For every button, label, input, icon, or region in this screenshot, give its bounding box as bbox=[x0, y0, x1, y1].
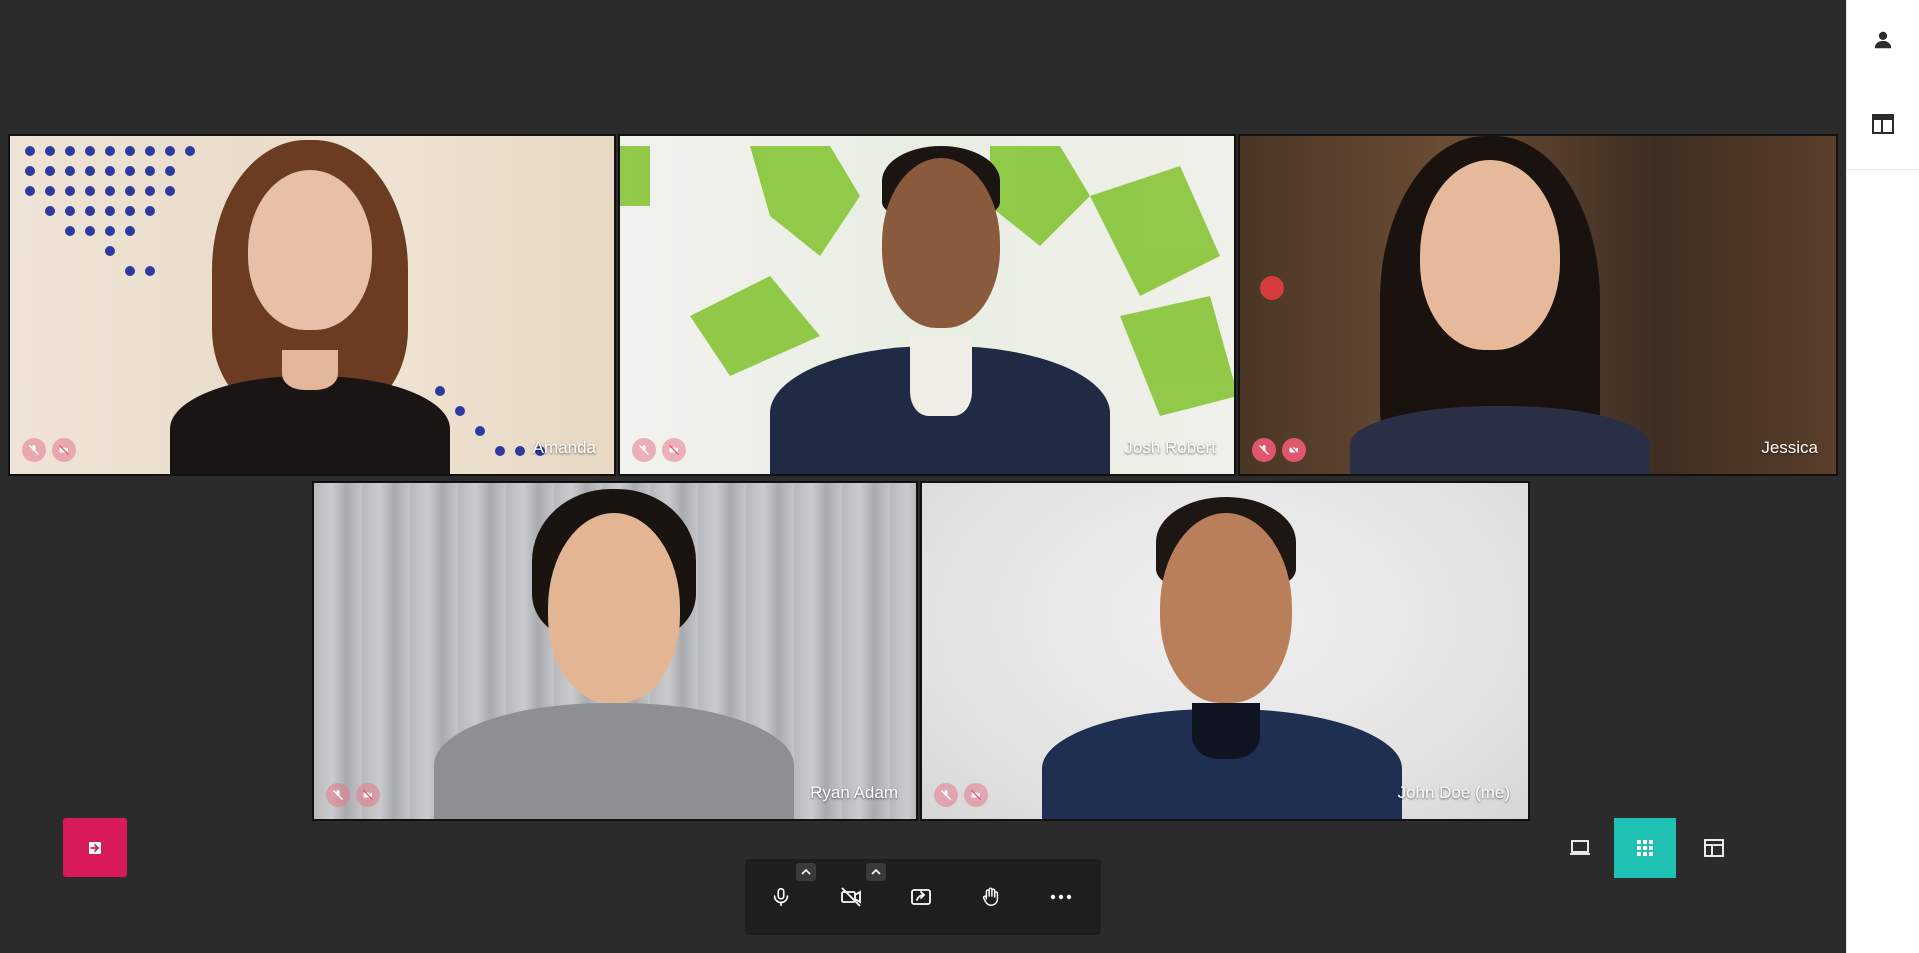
raise-hand-icon bbox=[982, 887, 999, 906]
grid-layout-button[interactable] bbox=[1614, 818, 1676, 878]
camera-off-icon bbox=[841, 887, 861, 907]
camera-off-icon bbox=[964, 783, 988, 807]
more-options-button[interactable] bbox=[1043, 879, 1079, 915]
mic-muted-icon bbox=[632, 438, 656, 462]
camera-off-icon bbox=[52, 438, 76, 462]
participant-name: Josh Robert bbox=[1124, 438, 1216, 457]
share-screen-icon bbox=[911, 889, 931, 905]
sidebar-layout-button[interactable] bbox=[1683, 818, 1745, 878]
camera-options-caret[interactable] bbox=[866, 863, 886, 881]
tile-status-icons bbox=[1252, 438, 1306, 462]
participant-tile-amanda[interactable]: Amanda bbox=[8, 134, 616, 476]
rail-top-section bbox=[1847, 0, 1919, 170]
grid-layout-icon bbox=[1637, 840, 1653, 856]
raise-hand-button[interactable] bbox=[973, 879, 1009, 915]
participant-name: Jessica bbox=[1761, 438, 1818, 457]
participant-name: Ryan Adam bbox=[810, 783, 898, 802]
more-options-icon bbox=[1050, 894, 1072, 900]
share-screen-button[interactable] bbox=[903, 879, 939, 915]
leave-meeting-icon bbox=[89, 841, 101, 854]
background-light bbox=[1260, 276, 1284, 300]
meeting-app: Amanda Josh Robert Jessica Ryan Adam Joh… bbox=[0, 0, 1919, 953]
right-rail bbox=[1846, 0, 1919, 953]
sidebar-layout-icon bbox=[1704, 839, 1724, 857]
camera-off-icon bbox=[1282, 438, 1306, 462]
meeting-toolbar bbox=[745, 859, 1101, 935]
camera-button[interactable] bbox=[833, 879, 869, 915]
camera-off-icon bbox=[662, 438, 686, 462]
participant-tile-jessica[interactable]: Jessica bbox=[1238, 134, 1838, 476]
microphone-button[interactable] bbox=[763, 879, 799, 915]
participant-name: Amanda bbox=[532, 438, 596, 457]
participant-figure bbox=[1022, 483, 1422, 819]
video-stage: Amanda Josh Robert Jessica Ryan Adam Joh… bbox=[0, 0, 1846, 953]
participant-name: John Doe (me) bbox=[1397, 783, 1510, 802]
tile-status-icons bbox=[326, 783, 380, 807]
layout-panel-icon bbox=[1872, 114, 1894, 134]
participant-figure bbox=[424, 483, 804, 819]
participant-tile-ryan-adam[interactable]: Ryan Adam bbox=[312, 481, 918, 821]
tile-status-icons bbox=[632, 438, 686, 462]
mic-muted-icon bbox=[934, 783, 958, 807]
presentation-layout-icon bbox=[1570, 840, 1590, 855]
mic-options-caret[interactable] bbox=[796, 863, 816, 881]
mic-muted-icon bbox=[326, 783, 350, 807]
participant-figure bbox=[160, 136, 460, 474]
participant-tile-self[interactable]: John Doe (me) bbox=[920, 481, 1530, 821]
tile-status-icons bbox=[22, 438, 76, 462]
microphone-icon bbox=[773, 887, 789, 907]
participant-figure bbox=[1330, 136, 1670, 474]
tile-status-icons bbox=[934, 783, 988, 807]
chevron-up-icon bbox=[801, 868, 811, 875]
participant-figure bbox=[770, 136, 1110, 474]
participants-icon bbox=[1874, 31, 1892, 49]
participant-tile-josh-robert[interactable]: Josh Robert bbox=[618, 134, 1236, 476]
presentation-layout-button[interactable] bbox=[1549, 818, 1611, 878]
camera-off-icon bbox=[356, 783, 380, 807]
mic-muted-icon bbox=[22, 438, 46, 462]
chevron-up-icon bbox=[871, 868, 881, 875]
leave-meeting-button[interactable] bbox=[63, 818, 127, 877]
mic-muted-icon bbox=[1252, 438, 1276, 462]
participants-button[interactable] bbox=[1865, 22, 1901, 58]
layout-panel-button[interactable] bbox=[1865, 106, 1901, 142]
